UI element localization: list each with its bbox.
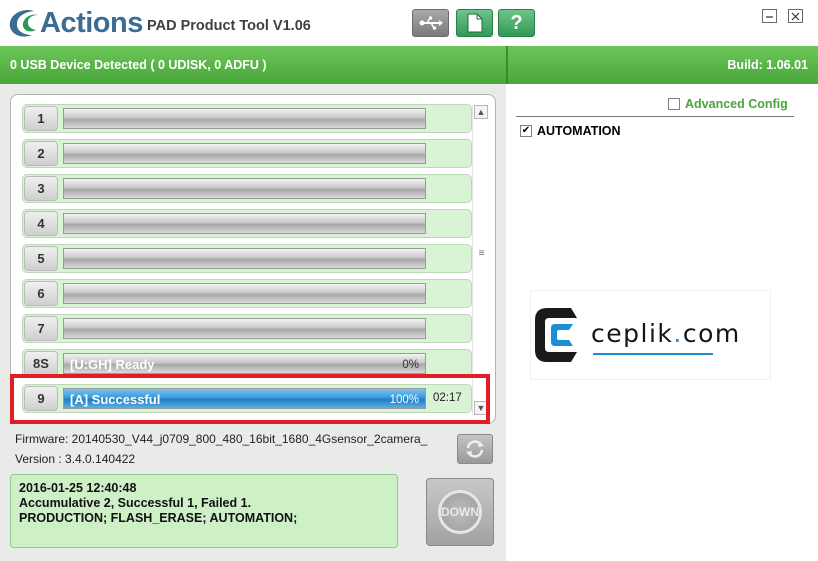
status-bar: 0 USB Device Detected ( 0 UDISK, 0 ADFU … [0, 46, 818, 84]
slot-percent: 0% [402, 359, 419, 371]
advanced-config-divider [516, 116, 794, 117]
document-icon [467, 13, 482, 33]
minimize-button[interactable] [762, 9, 777, 23]
log-modes: PRODUCTION; FLASH_ERASE; AUTOMATION; [19, 511, 298, 525]
title-bar: Actions PAD Product Tool V1.06 ? [0, 0, 818, 46]
log-summary: Accumulative 2, Successful 1, Failed 1. [19, 496, 252, 510]
slot-number: 6 [24, 281, 58, 306]
automation-option[interactable]: ✔ AUTOMATION [520, 124, 621, 138]
device-status: 0 USB Device Detected ( 0 UDISK, 0 ADFU … [10, 58, 267, 72]
device-slot[interactable]: 4 [22, 209, 472, 238]
slot-progress-bar [63, 213, 426, 234]
watermark-c-icon [535, 308, 577, 362]
slot-number: 3 [24, 176, 58, 201]
slot-progress-bar [63, 318, 426, 339]
download-button[interactable]: DOWN [426, 478, 494, 546]
usb-button[interactable] [412, 9, 449, 37]
advanced-config-label: Advanced Config [685, 97, 788, 111]
brand-name: Actions [40, 7, 143, 39]
minimize-icon [766, 15, 773, 18]
advanced-config-option[interactable]: Advanced Config [668, 97, 788, 111]
slot-number: 2 [24, 141, 58, 166]
slot-status-label: [U:GH] Ready [70, 357, 155, 372]
watermark-logo: ceplik.com [531, 291, 770, 379]
device-slot[interactable]: 1 [22, 104, 472, 133]
watermark-text: ceplik.com [591, 319, 741, 348]
device-slot[interactable]: 2 [22, 139, 472, 168]
slot-progress-bar [63, 283, 426, 304]
automation-label: AUTOMATION [537, 124, 621, 138]
device-slot[interactable]: 7 [22, 314, 472, 343]
close-button[interactable] [788, 9, 803, 23]
usb-icon [419, 16, 443, 30]
device-slot[interactable]: 5 [22, 244, 472, 273]
slot-list-scrollbar[interactable]: ▲ ≡ ▼ [472, 105, 488, 415]
build-number: Build: 1.06.01 [727, 58, 808, 72]
advanced-config-checkbox[interactable] [668, 98, 680, 110]
slot-number: 7 [24, 316, 58, 341]
document-button[interactable] [456, 9, 493, 37]
slot-progress-bar [63, 248, 426, 269]
slot-progress-bar: [U:GH] Ready 0% [63, 353, 426, 374]
refresh-icon [466, 440, 484, 458]
log-panel: 2016-01-25 12:40:48 Accumulative 2, Succ… [10, 474, 398, 548]
slot-number: 5 [24, 246, 58, 271]
actions-logo-icon [9, 9, 38, 37]
log-timestamp: 2016-01-25 12:40:48 [19, 481, 137, 495]
scroll-thumb-icon[interactable]: ≡ [477, 249, 486, 259]
automation-checkbox[interactable]: ✔ [520, 125, 532, 137]
download-button-label: DOWN [438, 490, 482, 534]
slot-progress-bar [63, 143, 426, 164]
status-divider [506, 46, 508, 84]
firmware-label: Firmware: 20140530_V44_j0709_800_480_16b… [15, 432, 428, 446]
slot-number: 4 [24, 211, 58, 236]
highlight-annotation [10, 374, 490, 424]
version-label: Version : 3.4.0.140422 [15, 452, 136, 466]
help-button[interactable]: ? [498, 9, 535, 37]
close-icon [791, 12, 800, 20]
device-slot[interactable]: 3 [22, 174, 472, 203]
app-title: PAD Product Tool V1.06 [147, 18, 311, 34]
slot-number: 1 [24, 106, 58, 131]
scroll-up-arrow-icon[interactable]: ▲ [474, 105, 488, 119]
device-slot[interactable]: 6 [22, 279, 472, 308]
slot-number: 8S [24, 351, 58, 376]
slot-progress-bar [63, 108, 426, 129]
refresh-button[interactable] [457, 434, 493, 464]
slot-progress-bar [63, 178, 426, 199]
watermark-underline [593, 353, 713, 355]
